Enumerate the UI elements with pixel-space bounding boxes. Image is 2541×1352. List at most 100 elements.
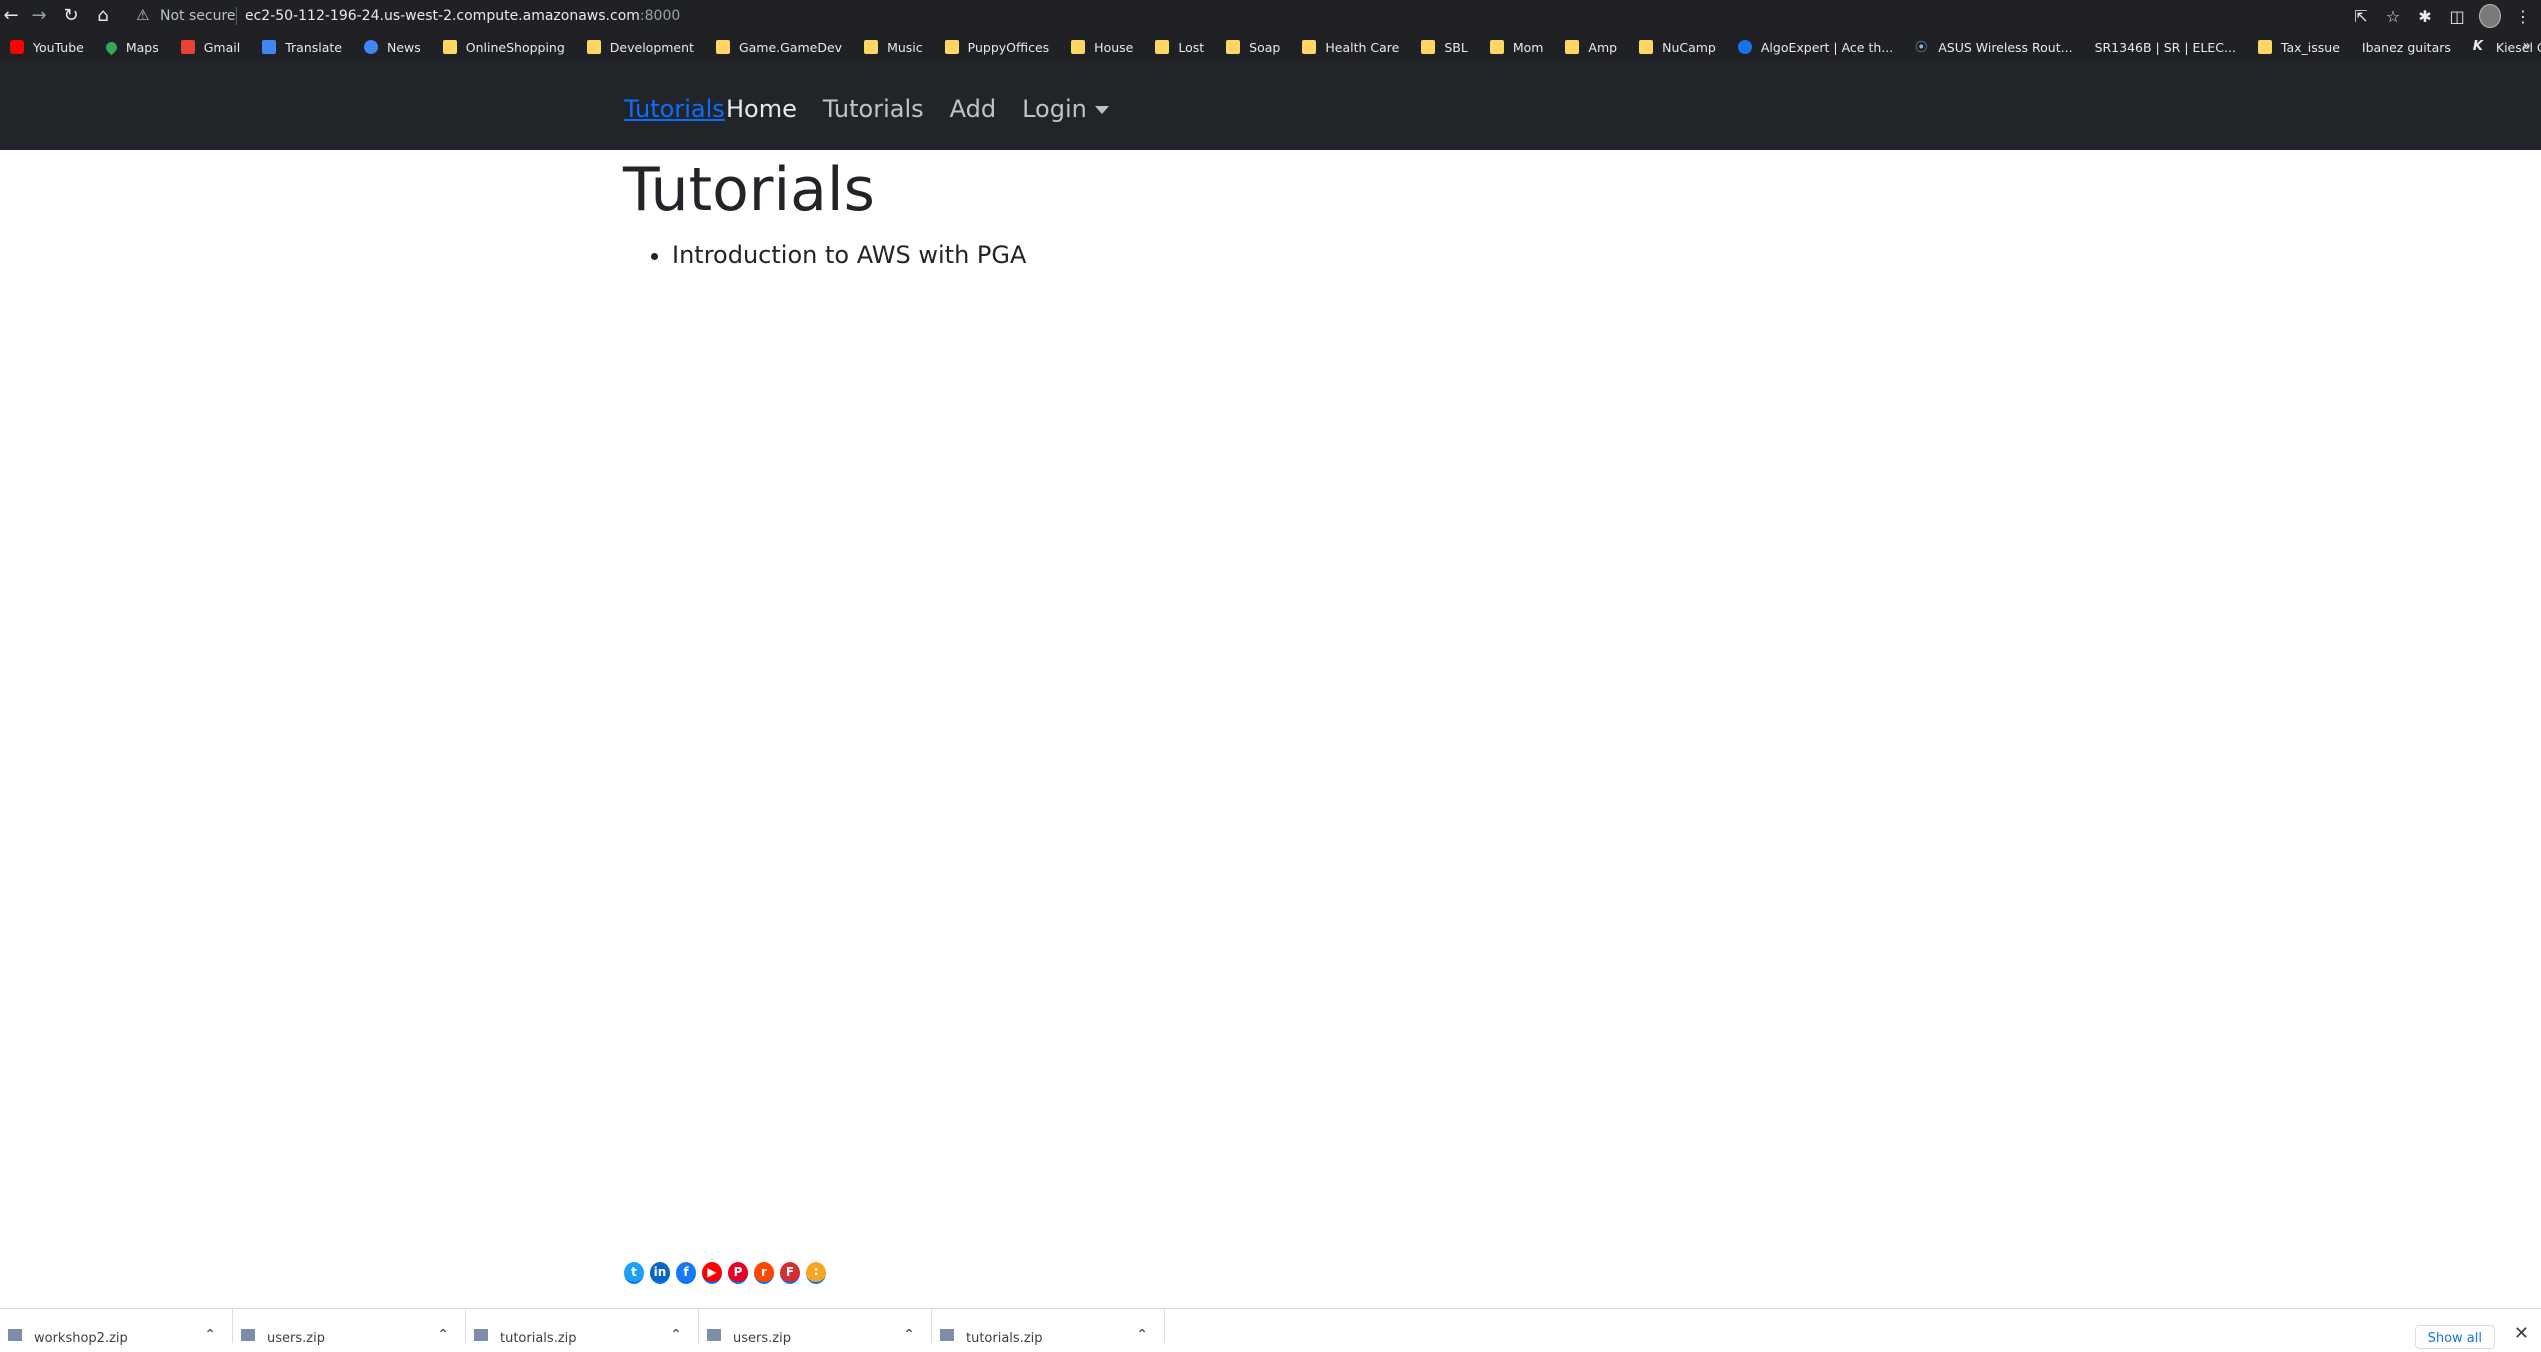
bookmark-item[interactable]: Gmail — [180, 40, 240, 55]
site-navbar: Tutorials Home Tutorials Add Login — [0, 62, 2541, 150]
archive-file-icon — [474, 1329, 488, 1341]
bookmark-label: Kiesel Guitars — [2495, 39, 2541, 55]
download-filename: users.zip — [733, 1331, 791, 1346]
url-text[interactable]: ec2-50-112-196-24.us-west-2.compute.amaz… — [245, 8, 680, 24]
bookmark-item[interactable]: ⦿ ASUS Wireless Rout... — [1915, 40, 2072, 55]
bookmark-item[interactable]: YouTube — [10, 40, 84, 55]
chevron-up-icon[interactable]: ⌃ — [437, 1327, 449, 1343]
bookmark-label: Tax_issue — [2280, 39, 2340, 55]
address-bar[interactable]: ⚠ Not secure ec2-50-112-196-24.us-west-2… — [126, 3, 2356, 29]
toolbar-actions: ⇱ ☆ ✱ ◫ ⋮ — [2351, 3, 2533, 29]
asus-icon: ⦿ — [1915, 40, 1928, 54]
folder-icon — [1226, 40, 1241, 54]
reload-icon[interactable]: ↻ — [60, 5, 82, 27]
menu-icon[interactable]: ⋮ — [2513, 7, 2533, 26]
caret-down-icon — [1094, 106, 1109, 114]
twitter-icon[interactable]: t — [624, 1262, 644, 1284]
chevron-up-icon[interactable]: ⌃ — [204, 1327, 216, 1343]
chevron-up-icon[interactable]: ⌃ — [903, 1327, 915, 1343]
chevron-up-icon[interactable]: ⌃ — [670, 1327, 682, 1343]
bookmark-item[interactable]: Soap — [1226, 40, 1280, 55]
download-filename: tutorials.zip — [966, 1331, 1043, 1346]
bookmark-item[interactable]: Tax_issue — [2257, 39, 2340, 55]
folder-icon — [1302, 40, 1317, 54]
profile-avatar[interactable] — [2479, 4, 2501, 28]
bookmark-item[interactable]: NuCamp — [1639, 40, 1716, 55]
bookmark-label: Maps — [125, 39, 159, 55]
address-divider — [236, 7, 237, 25]
star-icon[interactable]: ☆ — [2383, 7, 2403, 26]
folder-icon — [1155, 40, 1170, 54]
facebook-icon[interactable]: f — [676, 1262, 696, 1284]
bookmarks-overflow-icon[interactable]: » — [2522, 38, 2531, 54]
archive-file-icon — [241, 1329, 255, 1341]
navbar-links: Home Tutorials Add Login — [726, 95, 1135, 123]
warning-icon[interactable]: ⚠ — [136, 6, 149, 24]
back-icon[interactable]: ← — [0, 5, 22, 27]
bookmark-item[interactable]: Translate — [262, 40, 342, 55]
home-icon[interactable]: ⌂ — [92, 5, 114, 27]
archive-file-icon — [940, 1329, 954, 1341]
download-item[interactable]: tutorials.zip ⌃ — [466, 1309, 699, 1346]
bookmark-item[interactable]: Game.GameDev — [715, 40, 842, 55]
page-title: Tutorials — [623, 155, 875, 225]
bookmark-item[interactable]: Amp — [1565, 40, 1617, 55]
download-item[interactable]: workshop2.zip ⌃ — [0, 1309, 233, 1346]
folder-icon — [586, 40, 601, 54]
linkedin-icon[interactable]: in — [650, 1262, 670, 1284]
bookmark-item[interactable]: House — [1071, 40, 1133, 55]
bookmark-label: SR1346B | SR | ELEC... — [2094, 39, 2236, 55]
folder-icon — [2257, 40, 2272, 54]
bookmark-label: Lost — [1178, 39, 1205, 55]
translate-icon — [262, 40, 277, 54]
close-icon[interactable]: ✕ — [2514, 1323, 2529, 1344]
security-label[interactable]: Not secure — [160, 8, 236, 24]
download-item[interactable]: users.zip ⌃ — [233, 1309, 466, 1346]
url-port: :8000 — [639, 8, 681, 24]
folder-icon — [864, 40, 879, 54]
bookmark-item[interactable]: OnlineShopping — [442, 40, 565, 55]
bookmark-label: Soap — [1249, 39, 1281, 55]
bookmark-item[interactable]: Maps — [103, 39, 159, 55]
pinterest-icon[interactable]: P — [728, 1262, 748, 1284]
chevron-up-icon[interactable]: ⌃ — [1136, 1327, 1148, 1343]
rss-icon[interactable]: ∶ — [806, 1262, 826, 1284]
bookmark-item[interactable]: AlgoExpert | Ace th... — [1737, 39, 1894, 55]
nav-add[interactable]: Add — [950, 95, 996, 123]
bookmark-item[interactable]: SBL — [1421, 40, 1468, 55]
bookmark-item[interactable]: SR1346B | SR | ELEC... — [2095, 40, 2236, 55]
maps-icon — [103, 39, 120, 55]
bookmark-item[interactable]: Mom — [1489, 39, 1544, 55]
bookmark-item[interactable]: Lost — [1155, 40, 1204, 55]
navbar-brand[interactable]: Tutorials — [624, 95, 725, 123]
bookmark-item[interactable]: News — [363, 40, 421, 55]
download-item[interactable]: users.zip ⌃ — [699, 1309, 932, 1346]
nav-login-dropdown[interactable]: Login — [1022, 95, 1109, 123]
bookmark-label: Health Care — [1325, 39, 1400, 55]
youtube-icon — [10, 40, 24, 54]
show-all-button[interactable]: Show all — [2414, 1325, 2495, 1349]
youtube-icon[interactable]: ▶ — [702, 1262, 722, 1284]
side-panel-icon[interactable]: ◫ — [2447, 7, 2467, 26]
flipboard-icon[interactable]: F — [780, 1262, 800, 1284]
bookmark-item[interactable]: PuppyOffices — [944, 40, 1049, 55]
forward-icon[interactable]: → — [28, 5, 50, 27]
nav-home[interactable]: Home — [726, 95, 797, 123]
bookmark-item[interactable]: Health Care — [1302, 40, 1399, 55]
bookmark-label: NuCamp — [1662, 39, 1716, 55]
nav-tutorials[interactable]: Tutorials — [823, 95, 924, 123]
reddit-icon[interactable]: r — [754, 1262, 774, 1284]
folder-icon — [1639, 40, 1654, 54]
bookmark-item[interactable]: Music — [864, 40, 923, 55]
url-host: ec2-50-112-196-24.us-west-2.compute.amaz… — [245, 8, 640, 24]
bookmark-label: Mom — [1512, 39, 1544, 55]
gmail-icon — [180, 40, 195, 54]
download-item[interactable]: tutorials.zip ⌃ — [932, 1309, 1165, 1346]
bookmark-item[interactable]: Development — [586, 40, 694, 55]
folder-icon — [1489, 40, 1504, 54]
bookmark-item[interactable]: Ibanez guitars — [2362, 40, 2451, 55]
folder-icon — [442, 40, 457, 54]
bookmark-label: AlgoExpert | Ace th... — [1760, 39, 1894, 55]
share-icon[interactable]: ⇱ — [2351, 7, 2371, 26]
extensions-icon[interactable]: ✱ — [2415, 7, 2435, 26]
